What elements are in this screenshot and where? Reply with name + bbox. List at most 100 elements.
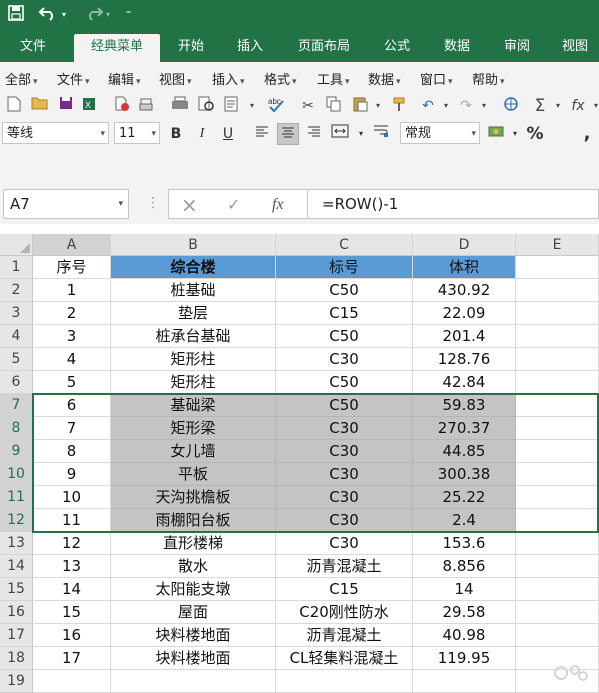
cell-d17[interactable]: 40.98 <box>413 624 516 647</box>
cell-b12[interactable]: 雨棚阳台板 <box>111 509 276 532</box>
cell-c9[interactable]: C30 <box>276 440 413 463</box>
cell-b1[interactable]: 综合楼 <box>111 256 276 279</box>
cell-e14[interactable] <box>516 555 599 578</box>
enter-check-icon[interactable]: ✓ <box>227 194 240 216</box>
menu-help[interactable]: 帮助 ▾ <box>472 69 505 88</box>
cell-b7[interactable]: 基础梁 <box>111 394 276 417</box>
cell-e6[interactable] <box>516 371 599 394</box>
copy-icon[interactable] <box>324 96 344 116</box>
cell-b4[interactable]: 桩承台基础 <box>111 325 276 348</box>
cell-a6[interactable]: 5 <box>33 371 111 394</box>
cell-a2[interactable]: 1 <box>33 279 111 302</box>
cell-e10[interactable] <box>516 463 599 486</box>
name-box[interactable]: A7 ▾ <box>3 189 129 219</box>
row-header[interactable]: 9 <box>0 440 33 463</box>
cell-c12[interactable]: C30 <box>276 509 413 532</box>
percent-style-button[interactable]: % <box>524 123 546 145</box>
menu-format[interactable]: 格式 ▾ <box>264 69 297 88</box>
cell-d2[interactable]: 430.92 <box>413 279 516 302</box>
row-header[interactable]: 14 <box>0 555 33 578</box>
tab-home[interactable]: 开始 <box>166 34 216 62</box>
format-painter-icon[interactable] <box>390 96 410 116</box>
insert-function-icon[interactable]: fx <box>568 96 588 116</box>
font-size-select[interactable]: 11 ▾ <box>114 122 160 144</box>
cell-e5[interactable] <box>516 348 599 371</box>
chevron-down-icon[interactable]: ▾ <box>504 123 526 145</box>
cell-b13[interactable]: 直形楼梯 <box>111 532 276 555</box>
redo-icon[interactable]: ↷ <box>456 96 476 116</box>
cell-e11[interactable] <box>516 486 599 509</box>
row-header[interactable]: 2 <box>0 279 33 302</box>
column-header-d[interactable]: D <box>413 234 516 256</box>
row-header[interactable]: 15 <box>0 578 33 601</box>
cell-c8[interactable]: C30 <box>276 417 413 440</box>
new-document-icon[interactable] <box>4 96 24 116</box>
insert-function-icon[interactable]: fx <box>272 194 284 216</box>
cell-c16[interactable]: C20刚性防水 <box>276 601 413 624</box>
chevron-down-icon[interactable]: ▾ <box>368 96 388 116</box>
tab-classic-menu[interactable]: 经典菜单 <box>74 34 160 62</box>
menu-all[interactable]: 全部 ▾ <box>5 69 38 88</box>
align-center-icon[interactable] <box>277 123 299 145</box>
cell-a15[interactable]: 14 <box>33 578 111 601</box>
cell-a10[interactable]: 9 <box>33 463 111 486</box>
row-header[interactable]: 16 <box>0 601 33 624</box>
cell-b11[interactable]: 天沟挑檐板 <box>111 486 276 509</box>
cell-d4[interactable]: 201.4 <box>413 325 516 348</box>
tab-formulas[interactable]: 公式 <box>372 34 422 62</box>
cell-e17[interactable] <box>516 624 599 647</box>
cell-e12[interactable] <box>516 509 599 532</box>
cell-c17[interactable]: 沥青混凝土 <box>276 624 413 647</box>
cell-e4[interactable] <box>516 325 599 348</box>
row-header[interactable]: 8 <box>0 417 33 440</box>
menu-data[interactable]: 数据 ▾ <box>368 69 401 88</box>
chevron-down-icon[interactable]: ▾ <box>474 96 494 116</box>
cell-d3[interactable]: 22.09 <box>413 302 516 325</box>
comma-style-button[interactable]: , <box>576 123 598 145</box>
formula-input[interactable]: =ROW()-1 <box>308 189 599 219</box>
cell-b19[interactable] <box>111 670 276 693</box>
cut-icon[interactable]: ✂ <box>298 96 318 116</box>
cell-a17[interactable]: 16 <box>33 624 111 647</box>
redo-icon[interactable] <box>84 5 104 26</box>
print-icon[interactable] <box>170 96 190 116</box>
preview-icon[interactable] <box>222 96 242 116</box>
cell-b3[interactable]: 垫层 <box>111 302 276 325</box>
cell-a18[interactable]: 17 <box>33 647 111 670</box>
align-right-icon[interactable] <box>303 123 325 145</box>
column-header-a[interactable]: A <box>33 234 111 256</box>
menu-window[interactable]: 窗口 ▾ <box>420 69 453 88</box>
cell-b14[interactable]: 散水 <box>111 555 276 578</box>
cell-e1[interactable] <box>516 256 599 279</box>
cell-b6[interactable]: 矩形柱 <box>111 371 276 394</box>
row-header[interactable]: 18 <box>0 647 33 670</box>
chevron-down-icon[interactable]: ▾ <box>436 96 456 116</box>
tab-data[interactable]: 数据 <box>432 34 482 62</box>
cell-b15[interactable]: 太阳能支墩 <box>111 578 276 601</box>
menu-edit[interactable]: 编辑 ▾ <box>108 69 141 88</box>
row-header[interactable]: 1 <box>0 256 33 279</box>
cell-d13[interactable]: 153.6 <box>413 532 516 555</box>
cell-a4[interactable]: 3 <box>33 325 111 348</box>
cell-c7[interactable]: C50 <box>276 394 413 417</box>
cell-c10[interactable]: C30 <box>276 463 413 486</box>
undo-dropdown-icon[interactable]: ▾ <box>62 5 66 25</box>
tab-review[interactable]: 审阅 <box>492 34 542 62</box>
save-icon[interactable] <box>56 96 76 116</box>
cell-c6[interactable]: C50 <box>276 371 413 394</box>
drag-handle-icon[interactable]: ⋮ <box>146 195 160 211</box>
cell-a12[interactable]: 11 <box>33 509 111 532</box>
row-header[interactable]: 3 <box>0 302 33 325</box>
align-left-icon[interactable] <box>251 123 273 145</box>
cell-e13[interactable] <box>516 532 599 555</box>
underline-button[interactable]: U <box>217 123 239 145</box>
tab-file[interactable]: 文件 <box>8 34 58 62</box>
cell-c14[interactable]: 沥青混凝土 <box>276 555 413 578</box>
cell-c5[interactable]: C30 <box>276 348 413 371</box>
chevron-down-icon[interactable]: ▾ <box>548 96 568 116</box>
hyperlink-icon[interactable] <box>502 96 522 116</box>
cell-b10[interactable]: 平板 <box>111 463 276 486</box>
cell-d7[interactable]: 59.83 <box>413 394 516 417</box>
cell-c2[interactable]: C50 <box>276 279 413 302</box>
cell-a1[interactable]: 序号 <box>33 256 111 279</box>
